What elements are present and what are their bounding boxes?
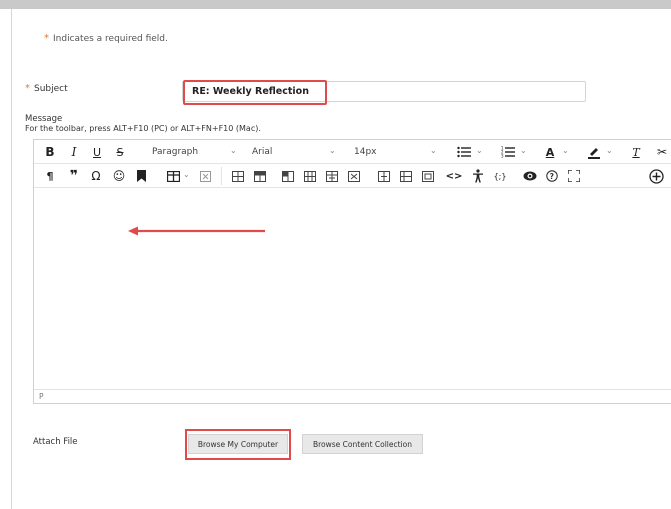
svg-text:3: 3 [501, 154, 504, 159]
blockquote-icon[interactable]: ❞ [66, 167, 82, 185]
split-cell-icon[interactable] [376, 167, 392, 185]
chevron-down-icon[interactable]: ⌄ [606, 146, 613, 155]
window-top-bar [0, 0, 671, 9]
element-path: P [39, 392, 44, 401]
chevron-down-icon[interactable]: ⌄ [562, 146, 569, 155]
source-code-icon[interactable]: {;} [492, 167, 508, 185]
editor-content-area[interactable] [34, 188, 671, 388]
delete-col-icon[interactable] [346, 167, 362, 185]
numbered-list-icon[interactable]: 123 [500, 143, 516, 161]
required-star: * [25, 83, 30, 94]
delete-row-icon[interactable] [280, 167, 296, 185]
insert-col-before-icon[interactable] [302, 167, 318, 185]
svg-text:?: ? [550, 172, 554, 181]
chevron-down-icon[interactable]: ⌄ [476, 146, 483, 155]
cut-icon[interactable]: ✂ [654, 143, 670, 161]
attach-file-label: Attach File [33, 437, 78, 447]
font-family-dropdown[interactable]: Arial [252, 147, 272, 157]
cell-props-icon[interactable] [420, 167, 436, 185]
required-star: * [44, 33, 49, 44]
editor-toolbar-row-2: ¶ ❞ Ω ☺ ⌄ <> {;} ? [34, 164, 671, 188]
toolbar-separator [221, 167, 222, 185]
paragraph-mark-icon[interactable]: ¶ [42, 167, 58, 185]
text-color-icon[interactable]: A [542, 143, 558, 161]
chevron-down-icon[interactable]: ⌄ [520, 146, 527, 155]
strikethrough-icon[interactable]: S [112, 143, 128, 161]
fullscreen-icon[interactable] [566, 167, 582, 185]
add-content-icon[interactable] [648, 167, 664, 185]
bullet-list-icon[interactable] [456, 143, 472, 161]
annotation-arrow-icon [128, 226, 265, 236]
accessibility-icon[interactable] [470, 167, 486, 185]
editor-status-bar: P [34, 389, 671, 404]
highlight-color-icon[interactable] [586, 143, 602, 161]
rich-text-editor: B I U S Paragraph ⌄ Arial ⌄ 14px ⌄ ⌄ 123… [33, 139, 671, 404]
merge-cell-icon[interactable] [398, 167, 414, 185]
bookmark-icon[interactable] [133, 167, 149, 185]
chevron-down-icon[interactable]: ⌄ [329, 146, 336, 155]
browse-highlight-box [185, 429, 291, 460]
table-icon[interactable] [165, 167, 181, 185]
italic-icon[interactable]: I [66, 143, 82, 161]
required-field-note: * Indicates a required field. [44, 33, 168, 44]
toolbar-hint: For the toolbar, press ALT+F10 (PC) or A… [25, 124, 261, 133]
subject-highlight-box [183, 80, 327, 105]
editor-toolbar-row-1: B I U S Paragraph ⌄ Arial ⌄ 14px ⌄ ⌄ 123… [34, 140, 671, 164]
emoji-icon[interactable]: ☺ [111, 167, 127, 185]
message-label: Message [25, 114, 63, 124]
chevron-down-icon[interactable]: ⌄ [430, 146, 437, 155]
font-size-dropdown[interactable]: 14px [354, 147, 377, 157]
bold-icon[interactable]: B [42, 143, 58, 161]
insert-col-after-icon[interactable] [324, 167, 340, 185]
underline-icon[interactable]: U [89, 143, 105, 161]
chevron-down-icon[interactable]: ⌄ [183, 170, 190, 179]
special-char-icon[interactable]: Ω [88, 167, 104, 185]
insert-row-after-icon[interactable] [252, 167, 268, 185]
delete-table-icon[interactable] [197, 167, 213, 185]
insert-row-before-icon[interactable] [230, 167, 246, 185]
chevron-down-icon[interactable]: ⌄ [230, 146, 237, 155]
code-icon[interactable]: <> [446, 167, 463, 185]
help-icon[interactable]: ? [544, 167, 560, 185]
subject-label: * Subject [25, 83, 68, 94]
browse-content-collection-button[interactable]: Browse Content Collection [302, 434, 423, 454]
clear-format-icon[interactable]: T [628, 143, 644, 161]
preview-icon[interactable] [522, 167, 538, 185]
format-block-dropdown[interactable]: Paragraph [152, 147, 198, 157]
